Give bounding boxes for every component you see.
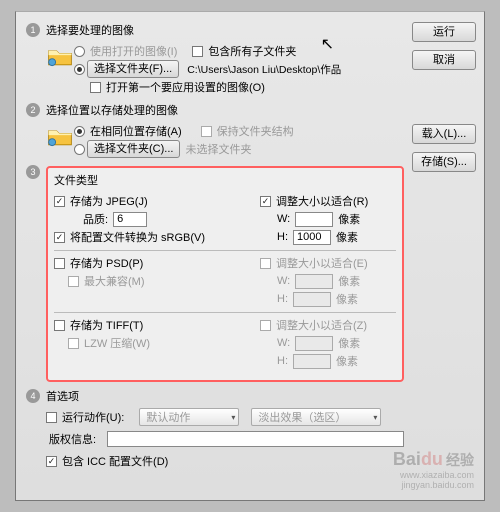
- file-type-group: 文件类型 存储为 JPEG(J) 品质:: [46, 166, 404, 382]
- watermark: Baidu 经验 www.xiazaiba.com jingyan.baidu.…: [393, 449, 474, 490]
- main-content: 1 选择要处理的图像 使用打开的图像(I) 包含所有子文件夹: [26, 22, 404, 496]
- mouse-cursor: ↖: [321, 34, 334, 54]
- same-location-label: 在相同位置存储(A): [87, 123, 185, 139]
- section-2-title: 选择位置以存储处理的图像: [46, 102, 404, 118]
- action-set-combo: 默认动作: [139, 408, 239, 426]
- checkbox-psd-resize: [260, 258, 271, 269]
- tiff-block: 存储为 TIFF(T) LZW 压缩(W) 调整大小以适合(Z): [54, 316, 396, 370]
- save-jpeg-label: 存储为 JPEG(J): [67, 193, 151, 209]
- psd-width-input: [295, 274, 333, 289]
- psd-block: 存储为 PSD(P) 最大兼容(M) 调整大小以适合(E): [54, 254, 396, 308]
- dialog-window: ↖ 1 选择要处理的图像 使用打开的图像(I): [15, 11, 485, 501]
- tiff-height-input: [293, 354, 331, 369]
- checkbox-keep-structure: [201, 126, 212, 137]
- step-2-badge: 2: [26, 103, 40, 117]
- jpeg-block: 存储为 JPEG(J) 品质: 将配置文件转换为 sRGB(V): [54, 192, 396, 246]
- w-label: W:: [274, 213, 293, 225]
- w-label: W:: [274, 337, 293, 349]
- px-label: 像素: [333, 291, 361, 307]
- checkbox-srgb[interactable]: [54, 232, 65, 243]
- srgb-label: 将配置文件转换为 sRGB(V): [67, 229, 208, 245]
- section-source: 1 选择要处理的图像 使用打开的图像(I) 包含所有子文件夹: [26, 22, 404, 96]
- step-4-badge: 4: [26, 389, 40, 403]
- px-label: 像素: [335, 273, 363, 289]
- step-3-badge: 3: [26, 165, 40, 179]
- jpeg-quality-label: 品质:: [80, 211, 111, 227]
- use-open-images-label: 使用打开的图像(I): [87, 43, 180, 59]
- px-label: 像素: [333, 229, 361, 245]
- section-preferences: 4 首选项 运行动作(U): 默认动作 淡出效果（选区） 版权信息:: [26, 388, 404, 470]
- tiff-resize-label: 调整大小以适合(Z): [273, 317, 370, 333]
- checkbox-open-first-image[interactable]: [90, 82, 101, 93]
- section-3-title: 文件类型: [54, 172, 396, 188]
- jpeg-height-input[interactable]: [293, 230, 331, 245]
- separator: [54, 312, 396, 313]
- source-path: C:\Users\Jason Liu\Desktop\作品: [181, 62, 341, 77]
- checkbox-icc[interactable]: [46, 456, 57, 467]
- psd-height-input: [293, 292, 331, 307]
- radio-open-images[interactable]: [74, 46, 85, 57]
- cancel-button[interactable]: 取消: [412, 50, 476, 70]
- load-button[interactable]: 载入(L)...: [412, 124, 476, 144]
- checkbox-include-subfolders[interactable]: [192, 46, 203, 57]
- checkbox-lzw: [68, 338, 79, 349]
- save-button[interactable]: 存储(S)...: [412, 152, 476, 172]
- checkbox-jpeg-resize[interactable]: [260, 196, 271, 207]
- no-folder-label: 未选择文件夹: [182, 141, 254, 157]
- section-1-title: 选择要处理的图像: [46, 22, 404, 38]
- checkbox-save-tiff[interactable]: [54, 320, 65, 331]
- action-combo: 淡出效果（选区）: [251, 408, 381, 426]
- folder-icon: [46, 122, 74, 150]
- radio-choose-folder[interactable]: [74, 64, 85, 75]
- run-button[interactable]: 运行: [412, 22, 476, 42]
- h-label: H:: [274, 355, 291, 367]
- folder-icon: [46, 42, 74, 70]
- checkbox-run-action[interactable]: [46, 412, 57, 423]
- w-label: W:: [274, 275, 293, 287]
- jpeg-resize-label: 调整大小以适合(R): [273, 193, 371, 209]
- open-first-image-label: 打开第一个要应用设置的图像(O): [103, 79, 268, 95]
- choose-source-folder-button[interactable]: 选择文件夹(F)...: [87, 60, 179, 78]
- save-psd-label: 存储为 PSD(P): [67, 255, 146, 271]
- keep-structure-label: 保持文件夹结构: [214, 123, 297, 139]
- copyright-input[interactable]: [107, 431, 404, 447]
- button-column: 运行 取消 载入(L)... 存储(S)...: [404, 22, 476, 496]
- checkbox-save-psd[interactable]: [54, 258, 65, 269]
- jpeg-width-input[interactable]: [295, 212, 333, 227]
- checkbox-save-jpeg[interactable]: [54, 196, 65, 207]
- step-1-badge: 1: [26, 23, 40, 37]
- px-label: 像素: [335, 335, 363, 351]
- section-destination: 2 选择位置以存储处理的图像 在相同位置存储(A) 保持文件夹结构: [26, 102, 404, 158]
- separator: [54, 250, 396, 251]
- checkbox-max-compat: [68, 276, 79, 287]
- run-action-label: 运行动作(U):: [59, 409, 127, 425]
- radio-choose-dest-folder[interactable]: [74, 144, 85, 155]
- tiff-width-input: [295, 336, 333, 351]
- psd-resize-label: 调整大小以适合(E): [273, 255, 371, 271]
- radio-same-location[interactable]: [74, 126, 85, 137]
- jpeg-quality-input[interactable]: [113, 212, 147, 227]
- copyright-label: 版权信息:: [46, 431, 99, 447]
- checkbox-tiff-resize: [260, 320, 271, 331]
- save-tiff-label: 存储为 TIFF(T): [67, 317, 146, 333]
- h-label: H:: [274, 293, 291, 305]
- h-label: H:: [274, 231, 291, 243]
- max-compat-label: 最大兼容(M): [81, 273, 148, 289]
- lzw-label: LZW 压缩(W): [81, 335, 153, 351]
- section-4-title: 首选项: [46, 388, 404, 404]
- px-label: 像素: [335, 211, 363, 227]
- section-file-type: 3 文件类型 存储为 JPEG(J) 品质:: [26, 164, 404, 382]
- icc-label: 包含 ICC 配置文件(D): [59, 453, 171, 469]
- choose-dest-folder-button[interactable]: 选择文件夹(C)...: [87, 140, 180, 158]
- include-subfolders-label: 包含所有子文件夹: [205, 43, 299, 59]
- px-label: 像素: [333, 353, 361, 369]
